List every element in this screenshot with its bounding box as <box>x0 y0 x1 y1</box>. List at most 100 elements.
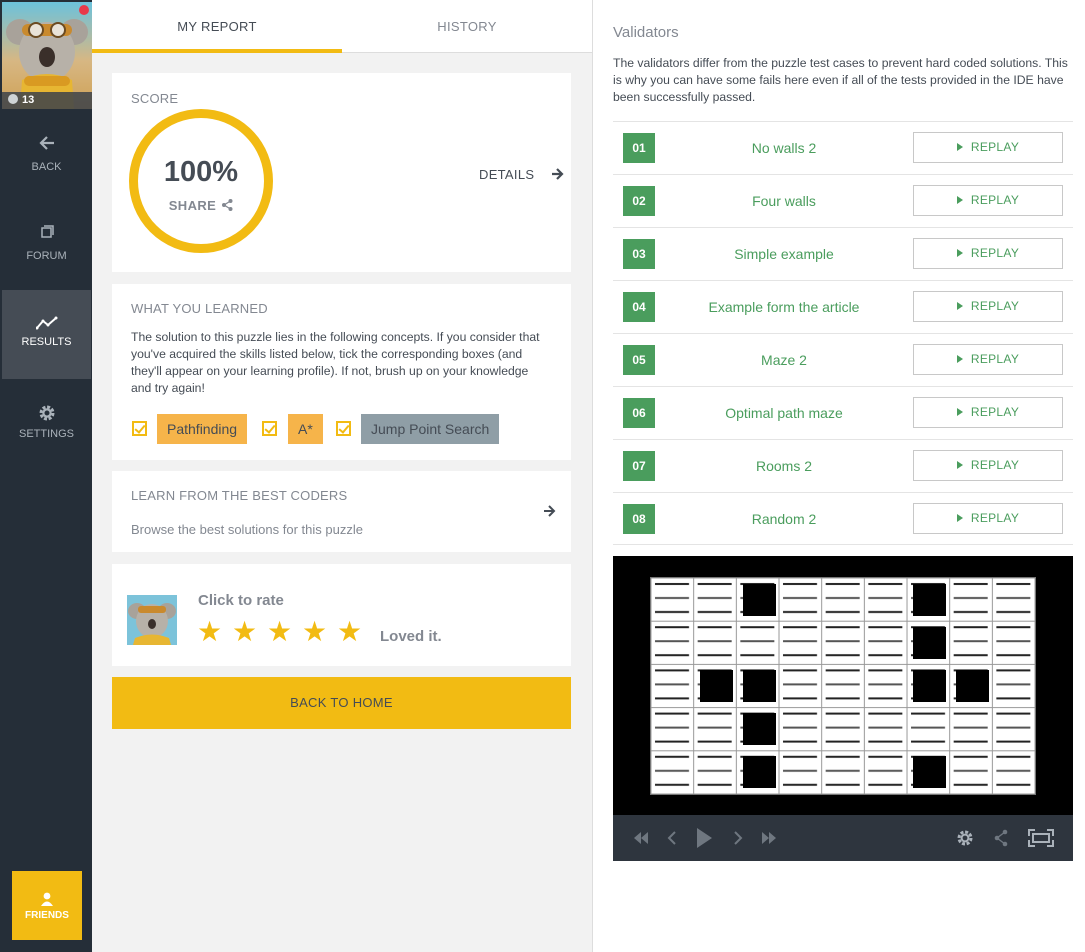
level-icon <box>8 94 18 104</box>
validator-number: 04 <box>623 292 655 322</box>
concept-tag-pathfinding: Pathfinding <box>157 414 248 444</box>
star-icon[interactable]: ★ <box>267 618 293 646</box>
score-title: SCORE <box>131 91 179 106</box>
validator-row: 06 Optimal path maze REPLAY <box>613 386 1073 439</box>
validators-description: The validators differ from the puzzle te… <box>613 56 1068 104</box>
back-to-home-button[interactable]: BACK TO HOME <box>112 677 571 729</box>
level-badge: 13 <box>2 92 92 109</box>
sidebar-item-forum[interactable]: FORUM <box>2 209 91 298</box>
replay-label: REPLAY <box>970 405 1020 419</box>
play-icon <box>956 302 963 310</box>
replay-viewer[interactable] <box>613 556 1073 861</box>
validator-name: Optimal path maze <box>725 405 843 421</box>
replay-label: REPLAY <box>970 299 1020 313</box>
share-icon <box>222 199 233 211</box>
step-back-icon[interactable] <box>667 815 677 861</box>
sidebar-item-label: RESULTS <box>21 336 72 348</box>
replay-label: REPLAY <box>970 193 1020 207</box>
validator-number: 03 <box>623 239 655 269</box>
validator-number: 01 <box>623 133 655 163</box>
concept-checkbox[interactable] <box>336 421 351 436</box>
gear-icon[interactable] <box>956 815 974 861</box>
results-chart-icon <box>35 316 57 330</box>
best-coders-card[interactable]: LEARN FROM THE BEST CODERS Browse the be… <box>112 471 571 552</box>
arrow-right-icon <box>544 505 556 517</box>
star-icon[interactable]: ★ <box>232 618 258 646</box>
validator-number: 07 <box>623 451 655 481</box>
grid-visualization <box>651 578 1035 794</box>
validator-name: Example form the article <box>708 299 860 315</box>
sidebar-item-label: SETTINGS <box>18 428 74 440</box>
concept-tag-astar: A* <box>288 414 323 444</box>
replay-button[interactable]: REPLAY <box>913 238 1063 269</box>
details-label: DETAILS <box>479 167 535 182</box>
sidebar-item-label: BACK <box>31 161 62 173</box>
validator-row: 04 Example form the article REPLAY <box>613 280 1073 333</box>
replay-button[interactable]: REPLAY <box>913 344 1063 375</box>
learned-card: WHAT YOU LEARNED The solution to this pu… <box>112 284 571 460</box>
play-icon[interactable] <box>695 815 713 861</box>
avatar[interactable]: 13 <box>2 2 92 109</box>
validator-number: 06 <box>623 398 655 428</box>
report-tabs: MY REPORT HISTORY <box>92 0 592 53</box>
replay-button[interactable]: REPLAY <box>913 397 1063 428</box>
validator-row: 01 No walls 2 REPLAY <box>613 121 1073 174</box>
sidebar-item-label: FORUM <box>26 250 67 262</box>
replay-label: REPLAY <box>970 246 1020 260</box>
tab-my-report[interactable]: MY REPORT <box>92 0 342 53</box>
replay-button[interactable]: REPLAY <box>913 291 1063 322</box>
validator-name: Simple example <box>734 246 834 262</box>
replay-button[interactable]: REPLAY <box>913 450 1063 481</box>
score-ring: 100% SHARE <box>129 109 273 253</box>
details-link[interactable]: DETAILS <box>479 167 564 182</box>
concept-checkbox[interactable] <box>132 421 147 436</box>
share-label: SHARE <box>168 198 217 213</box>
replay-grid-board <box>650 577 1036 795</box>
share-button[interactable]: SHARE <box>138 198 264 213</box>
level-value: 13 <box>22 94 35 106</box>
score-value: 100% <box>163 156 239 188</box>
play-icon <box>956 143 963 151</box>
validator-number: 08 <box>623 504 655 534</box>
notification-dot <box>79 5 89 15</box>
concept-checkbox[interactable] <box>262 421 277 436</box>
validator-row: 07 Rooms 2 REPLAY <box>613 439 1073 492</box>
friends-button[interactable]: FRIENDS <box>12 871 82 940</box>
star-icon[interactable]: ★ <box>302 618 328 646</box>
replay-label: REPLAY <box>970 140 1020 154</box>
play-icon <box>956 408 963 416</box>
validator-number: 02 <box>623 186 655 216</box>
player-controls <box>613 815 1073 861</box>
sidebar-item-settings[interactable]: SETTINGS <box>2 379 91 468</box>
arrow-left-icon <box>38 136 54 150</box>
replay-label: REPLAY <box>970 511 1020 525</box>
sidebar: 13 BACK FORUM RESULTS SETTINGS FRIENDS <box>0 0 92 952</box>
concept-tag-jump-point-search: Jump Point Search <box>361 414 500 444</box>
play-icon <box>956 355 963 363</box>
play-icon <box>956 514 963 522</box>
step-forward-icon[interactable] <box>733 815 743 861</box>
share-icon[interactable] <box>994 815 1008 861</box>
skip-back-icon[interactable] <box>633 815 649 861</box>
validator-name: Rooms 2 <box>755 458 813 474</box>
learned-description: The solution to this puzzle lies in the … <box>131 330 540 395</box>
replay-button[interactable]: REPLAY <box>913 503 1063 534</box>
play-icon <box>956 461 963 469</box>
replay-button[interactable]: REPLAY <box>913 185 1063 216</box>
validator-row: 05 Maze 2 REPLAY <box>613 333 1073 386</box>
rating-label: Loved it. <box>380 628 442 645</box>
skip-forward-icon[interactable] <box>761 815 777 861</box>
friends-label: FRIENDS <box>25 910 69 921</box>
rating-card: Click to rate ★ ★ ★ ★ ★ Loved it. <box>112 564 571 666</box>
forum-icon <box>40 225 54 238</box>
play-icon <box>956 196 963 204</box>
validator-number: 05 <box>623 345 655 375</box>
tab-history[interactable]: HISTORY <box>342 0 592 53</box>
fullscreen-icon[interactable] <box>1028 815 1054 861</box>
star-icon[interactable]: ★ <box>197 618 223 646</box>
validators-title: Validators <box>613 24 679 41</box>
star-icon[interactable]: ★ <box>337 618 363 646</box>
sidebar-item-results[interactable]: RESULTS <box>2 290 91 379</box>
replay-button[interactable]: REPLAY <box>913 132 1063 163</box>
sidebar-item-back[interactable]: BACK <box>2 120 91 209</box>
